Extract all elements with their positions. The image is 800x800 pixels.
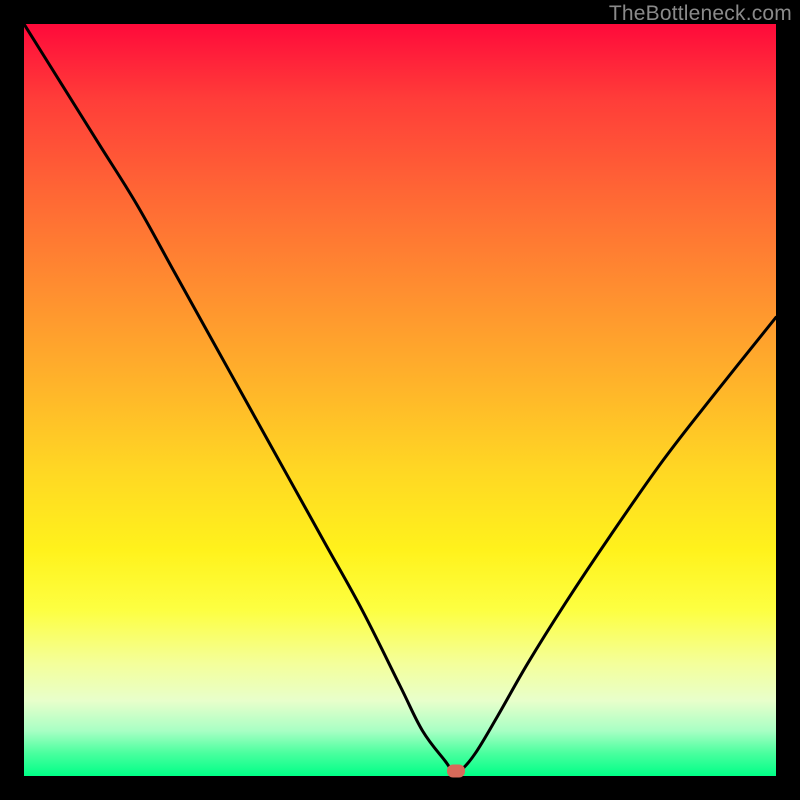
curve-layer (24, 24, 776, 776)
plot-area (24, 24, 776, 776)
bottleneck-curve (24, 24, 776, 773)
optimum-marker (447, 764, 465, 777)
watermark-text: TheBottleneck.com (609, 2, 792, 26)
chart-frame: TheBottleneck.com (0, 0, 800, 800)
